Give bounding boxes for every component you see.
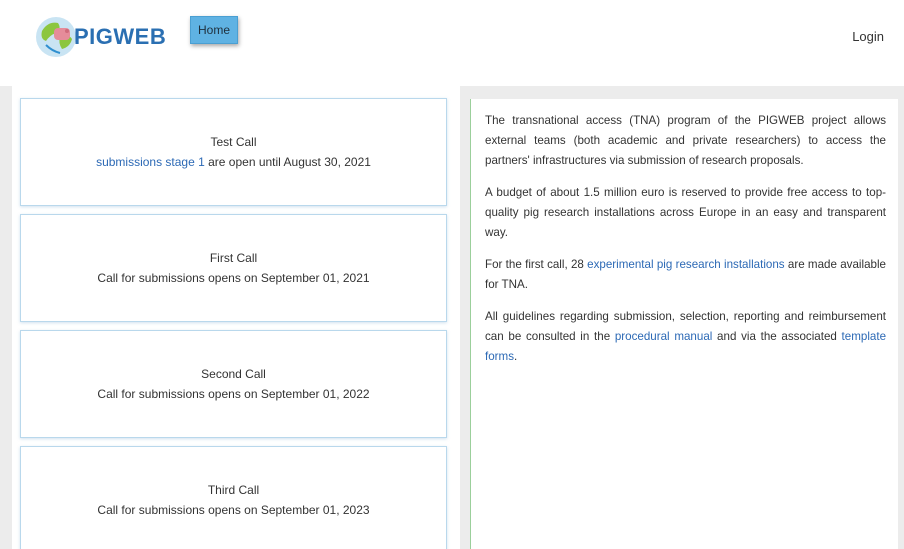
login-link[interactable]: Login <box>852 29 884 44</box>
info-text: and via the associated <box>712 330 842 343</box>
navbar: PIGWEB Home Login <box>0 0 904 86</box>
installations-link[interactable]: experimental pig research installations <box>587 258 784 271</box>
info-text: For the first call, 28 <box>485 258 588 271</box>
info-text: . <box>513 350 518 363</box>
call-title: Third Call <box>207 483 260 497</box>
call-status-text: are open until August 30, 2021 <box>204 155 371 169</box>
call-title: Second Call <box>201 367 266 381</box>
call-description: Call for submissions opens on September … <box>97 503 370 517</box>
call-description: Call for submissions opens on September … <box>97 271 370 285</box>
call-card-third: Third Call Call for submissions opens on… <box>20 446 447 549</box>
call-description: Call for submissions opens on September … <box>97 387 370 401</box>
info-paragraph-budget: A budget of about 1.5 million euro is re… <box>485 186 886 239</box>
pigweb-logo[interactable]: PIGWEB <box>32 12 172 62</box>
home-button[interactable]: Home <box>190 16 238 44</box>
globe-logo-icon <box>36 17 76 57</box>
call-description: submissions stage 1 are open until Augus… <box>96 152 371 172</box>
call-title: First Call <box>209 251 258 265</box>
procedural-manual-link[interactable]: procedural manual <box>615 330 713 343</box>
logo-text: PIGWEB <box>74 24 167 49</box>
info-paragraph-guidelines: All guidelines regarding submission, sel… <box>485 307 886 367</box>
call-card-test: Test Call submissions stage 1 are open u… <box>20 98 447 206</box>
info-paragraph-installations: For the first call, 28 experimental pig … <box>485 255 886 295</box>
submissions-stage-link[interactable]: submissions stage 1 <box>96 155 205 169</box>
info-paragraph-intro: The transnational access (TNA) program o… <box>485 114 886 167</box>
calls-column: Test Call submissions stage 1 are open u… <box>12 86 460 549</box>
call-card-second: Second Call Call for submissions opens o… <box>20 330 447 438</box>
call-title: Test Call <box>210 135 257 149</box>
call-card-first: First Call Call for submissions opens on… <box>20 214 447 322</box>
info-panel: The transnational access (TNA) program o… <box>470 99 898 549</box>
